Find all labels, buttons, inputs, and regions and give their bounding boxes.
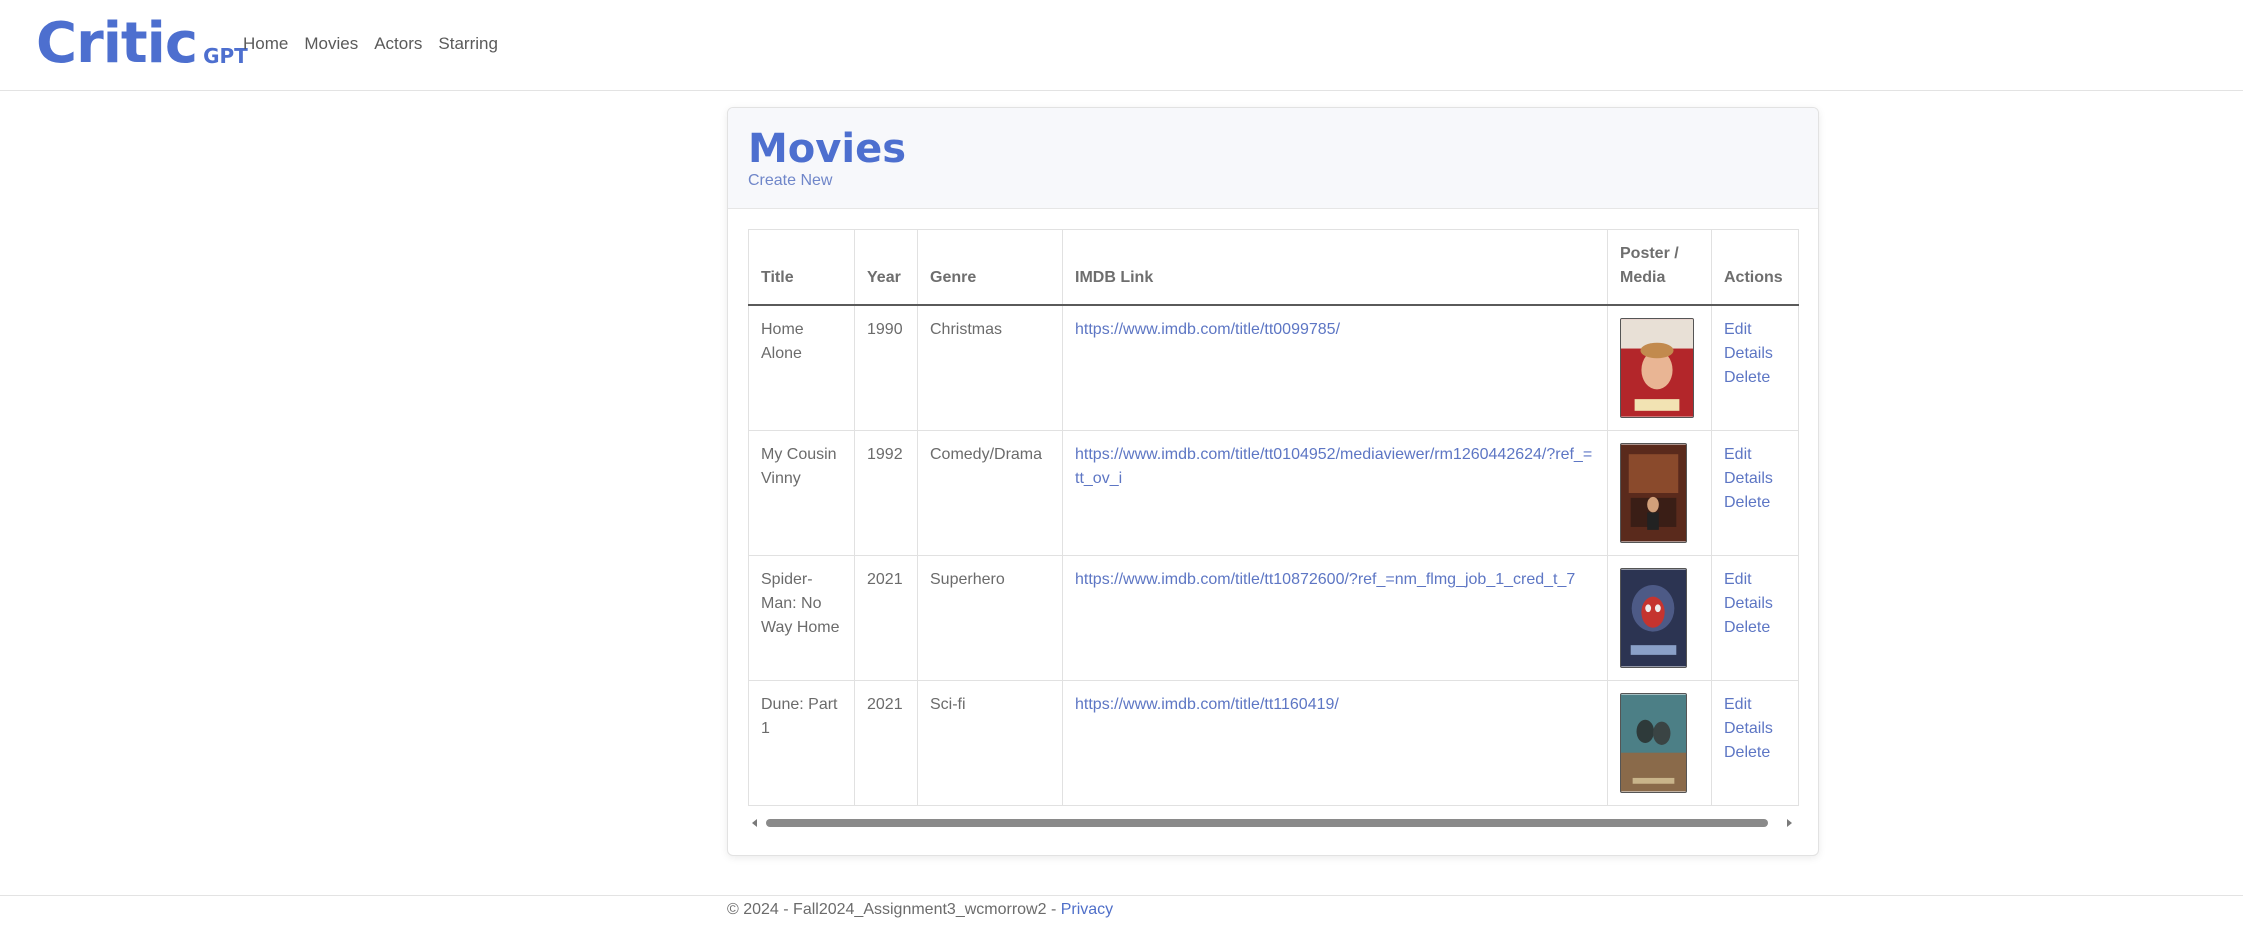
cell-year: 2021 (854, 555, 918, 681)
brand-logo[interactable]: Critic GPT (36, 14, 248, 74)
horizontal-scrollbar[interactable] (748, 814, 1798, 832)
scroll-right-icon[interactable] (1787, 819, 1792, 827)
cell-poster (1607, 555, 1712, 681)
table-row: Dune: Part 1 2021 Sci-fi https://www.imd… (748, 680, 1799, 806)
table-row: Home Alone 1990 Christmas https://www.im… (748, 304, 1799, 431)
scroll-left-icon[interactable] (752, 819, 757, 827)
cell-year: 2021 (854, 680, 918, 806)
cell-title: Spider-Man: No Way Home (748, 555, 855, 681)
poster-image[interactable] (1620, 443, 1687, 543)
col-year: Year (854, 229, 918, 306)
cell-genre: Christmas (917, 304, 1063, 431)
poster-image[interactable] (1620, 568, 1687, 668)
cell-link: https://www.imdb.com/title/tt1160419/ (1062, 680, 1608, 806)
scrollbar-thumb[interactable] (766, 819, 1768, 827)
cell-title: Dune: Part 1 (748, 680, 855, 806)
brand-sub: GPT (203, 44, 248, 68)
delete-link[interactable]: Delete (1724, 366, 1786, 390)
card-header: Movies Create New (728, 108, 1818, 209)
movies-card: Movies Create New Title Year Genre IMDB … (727, 107, 1819, 856)
details-link[interactable]: Details (1724, 592, 1786, 616)
brand-main: Critic (36, 11, 198, 76)
cell-year: 1990 (854, 304, 918, 431)
cell-poster (1607, 680, 1712, 806)
edit-link[interactable]: Edit (1724, 318, 1786, 342)
edit-link[interactable]: Edit (1724, 443, 1786, 467)
copyright-text: © 2024 - Fall2024_Assignment3_wcmorrow2 … (727, 901, 1061, 918)
cell-link: https://www.imdb.com/title/tt10872600/?r… (1062, 555, 1608, 681)
footer-text: © 2024 - Fall2024_Assignment3_wcmorrow2 … (727, 901, 1113, 919)
cell-actions: Edit Details Delete (1711, 304, 1799, 431)
col-imdb-link: IMDB Link (1062, 229, 1608, 306)
details-link[interactable]: Details (1724, 467, 1786, 491)
imdb-link[interactable]: https://www.imdb.com/title/tt1160419/ (1075, 696, 1339, 713)
cell-actions: Edit Details Delete (1711, 680, 1799, 806)
footer: © 2024 - Fall2024_Assignment3_wcmorrow2 … (0, 895, 2243, 938)
cell-poster (1607, 430, 1712, 556)
nav-links: Home Movies Actors Starring (243, 32, 514, 56)
cell-title: My Cousin Vinny (748, 430, 855, 556)
details-link[interactable]: Details (1724, 717, 1786, 741)
col-actions: Actions (1711, 229, 1799, 306)
delete-link[interactable]: Delete (1724, 616, 1786, 640)
privacy-link[interactable]: Privacy (1061, 901, 1113, 918)
navbar: Critic GPT Home Movies Actors Starring (0, 0, 2243, 91)
movies-table: Title Year Genre IMDB Link Poster / Medi… (748, 229, 1799, 806)
page-title: Movies (748, 126, 907, 172)
cell-title: Home Alone (748, 304, 855, 431)
cell-link: https://www.imdb.com/title/tt0099785/ (1062, 304, 1608, 431)
poster-image[interactable] (1620, 318, 1694, 418)
cell-actions: Edit Details Delete (1711, 430, 1799, 556)
delete-link[interactable]: Delete (1724, 491, 1786, 515)
nav-actors[interactable]: Actors (374, 32, 422, 56)
table-row: My Cousin Vinny 1992 Comedy/Drama https:… (748, 430, 1799, 556)
imdb-link[interactable]: https://www.imdb.com/title/tt0104952/med… (1075, 446, 1592, 487)
cell-year: 1992 (854, 430, 918, 556)
nav-starring[interactable]: Starring (438, 32, 498, 56)
cell-genre: Sci-fi (917, 680, 1063, 806)
cell-actions: Edit Details Delete (1711, 555, 1799, 681)
create-new-link[interactable]: Create New (748, 172, 832, 190)
nav-movies[interactable]: Movies (304, 32, 358, 56)
col-title: Title (748, 229, 855, 306)
cell-genre: Comedy/Drama (917, 430, 1063, 556)
details-link[interactable]: Details (1724, 342, 1786, 366)
imdb-link[interactable]: https://www.imdb.com/title/tt0099785/ (1075, 321, 1340, 338)
cell-genre: Superhero (917, 555, 1063, 681)
edit-link[interactable]: Edit (1724, 568, 1786, 592)
table-row: Spider-Man: No Way Home 2021 Superhero h… (748, 555, 1799, 681)
col-genre: Genre (917, 229, 1063, 306)
table-header-row: Title Year Genre IMDB Link Poster / Medi… (748, 229, 1799, 306)
delete-link[interactable]: Delete (1724, 741, 1786, 765)
imdb-link[interactable]: https://www.imdb.com/title/tt10872600/?r… (1075, 571, 1575, 588)
col-poster: Poster / Media (1607, 229, 1712, 306)
nav-home[interactable]: Home (243, 32, 288, 56)
poster-image[interactable] (1620, 693, 1687, 793)
table-container: Title Year Genre IMDB Link Poster / Medi… (748, 229, 1799, 806)
edit-link[interactable]: Edit (1724, 693, 1786, 717)
cell-link: https://www.imdb.com/title/tt0104952/med… (1062, 430, 1608, 556)
cell-poster (1607, 304, 1712, 431)
